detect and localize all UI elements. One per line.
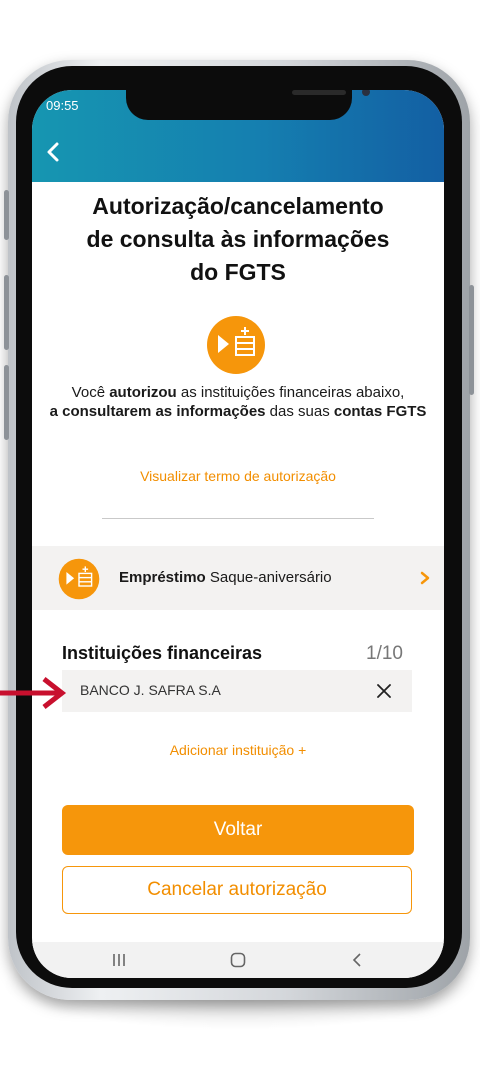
play-cash-icon: [207, 316, 265, 374]
back-icon[interactable]: [42, 140, 66, 164]
nav-back-icon[interactable]: [350, 952, 364, 968]
institution-item: BANCO J. SAFRA S.A: [62, 670, 412, 712]
product-detail: Saque-aniversário: [209, 569, 332, 586]
page-title-line: de consulta às informações: [86, 226, 390, 252]
phone-side-button: [4, 275, 9, 350]
play-cash-icon: [58, 558, 100, 600]
desc-bold: autorizou: [109, 384, 177, 401]
product-card[interactable]: Empréstimo Saque-aniversário: [32, 546, 444, 610]
pointer-arrow-icon: [0, 677, 67, 709]
desc-text: das suas: [265, 403, 334, 420]
app-screen: 09:55 Autorização/cancelamento de consul…: [32, 90, 444, 978]
desc-text: as instituições financeiras abaixo,: [176, 384, 405, 401]
phone-side-button: [4, 190, 9, 240]
divider: [102, 518, 374, 519]
speaker-grille: [292, 90, 346, 95]
android-nav-bar: [32, 942, 444, 978]
phone-side-button: [4, 365, 9, 440]
institution-name: BANCO J. SAFRA S.A: [80, 682, 221, 698]
authorization-description: Você autorizou as instituições financeir…: [40, 383, 436, 421]
close-icon[interactable]: [374, 681, 394, 701]
home-icon[interactable]: [230, 952, 246, 968]
product-name: Empréstimo: [119, 569, 206, 586]
desc-bold: contas FGTS: [333, 403, 427, 420]
recent-apps-icon[interactable]: [110, 952, 128, 968]
institutions-title: Instituições financeiras: [62, 643, 263, 663]
camera-notch: [126, 90, 370, 120]
page-title-line: Autorização/cancelamento: [92, 193, 384, 219]
chevron-right-icon: [420, 571, 430, 585]
page-title-line: do FGTS: [190, 259, 286, 285]
institutions-count: 1/10: [366, 643, 403, 664]
cancel-authorization-button[interactable]: Cancelar autorização: [62, 866, 412, 914]
view-terms-link[interactable]: Visualizar termo de autorização: [32, 468, 444, 484]
phone-side-button: [469, 285, 474, 395]
desc-bold: a consultarem as informações: [49, 403, 266, 420]
product-label: Empréstimo Saque-aniversário: [119, 569, 332, 586]
back-button[interactable]: Voltar: [62, 805, 414, 855]
status-time: 09:55: [46, 98, 79, 113]
page-title: Autorização/cancelamento de consulta às …: [32, 190, 444, 289]
add-institution-link[interactable]: Adicionar instituição +: [32, 742, 444, 758]
desc-text: Você: [71, 384, 110, 401]
